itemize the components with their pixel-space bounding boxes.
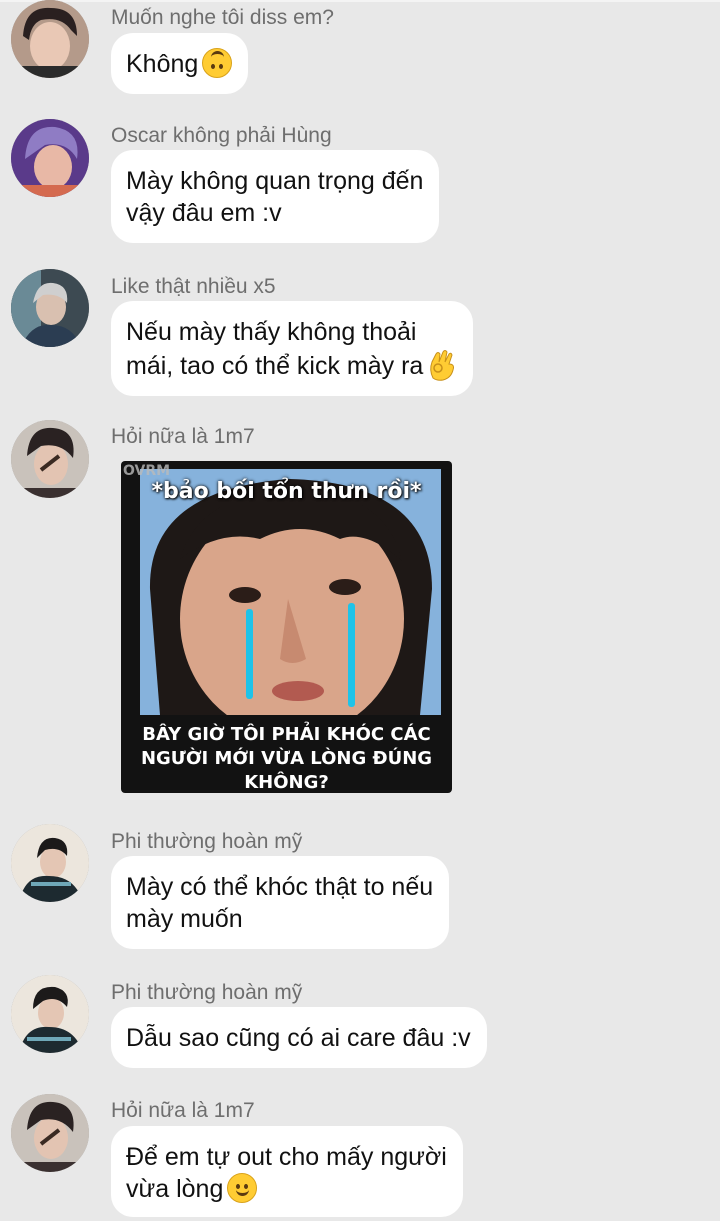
meme-watermark: OVRM [123,463,171,479]
meme-bottom-caption: BÂY GIỜ TÔI PHẢI KHÓC CÁC NGƯỜI MỚI VỪA … [121,723,452,793]
avatar[interactable] [11,824,89,902]
sender-name: Hỏi nữa là 1m7 [111,425,255,448]
message-text-line: mái, tao có thể kick mày ra [126,352,424,380]
avatar[interactable] [11,420,89,498]
avatar[interactable] [11,269,89,347]
sender-name: Like thật nhiều x5 [111,275,276,298]
meme-bottom-caption-line: NGƯỜI MỚI VỪA LÒNG ĐÚNG [140,748,433,769]
message-text-line: Mày có thể khóc thật to nếu [126,873,434,901]
message-text-line: mày muốn [126,905,243,933]
message-bubble[interactable]: Mày có thể khóc thật to nếu mày muốn [111,856,450,949]
message-text-line: Nếu mày thấy không thoải [126,318,417,346]
smiling-face-emoji-icon [227,1173,258,1203]
meme-bottom-caption-line: BÂY GIỜ TÔI PHẢI KHÓC CÁC [142,724,431,745]
sender-name: Phi thường hoàn mỹ [111,830,303,853]
avatar[interactable] [11,975,89,1053]
message-text: Không [126,50,199,78]
message-bubble[interactable]: Nếu mày thấy không thoải mái, tao có thể… [111,301,474,396]
ok-hand-emoji-icon [427,348,457,382]
sender-name: Muốn nghe tôi diss em? [111,6,334,29]
meme-image[interactable]: OVRM *bảo bối tổn thưn rồi* BÂY GIỜ TÔI … [121,461,452,793]
chat-thread[interactable]: Muốn nghe tôi diss em? Không Oscar không… [0,0,720,1221]
message-bubble[interactable]: Để em tự out cho mấy người vừa lòng [111,1126,463,1217]
sender-name: Phi thường hoàn mỹ [111,981,303,1004]
top-divider [0,0,720,2]
meme-photo [140,469,441,715]
message-text-line: vừa lòng [126,1175,224,1203]
message-text-line: Mày không quan trọng đến [126,167,424,195]
message-text-line: vậy đâu em :v [126,199,282,227]
message-text-line: Để em tự out cho mấy người [126,1143,447,1171]
upside-down-face-emoji-icon [202,48,233,78]
message-text-line: Dẫu sao cũng có ai care đâu :v [126,1024,471,1052]
sender-name: Oscar không phải Hùng [111,124,332,147]
avatar[interactable] [11,1094,89,1172]
meme-bottom-caption-line: KHÔNG? [244,772,329,793]
message-bubble[interactable]: Dẫu sao cũng có ai care đâu :v [111,1007,487,1068]
message-bubble[interactable]: Không [111,33,249,94]
avatar[interactable] [11,0,89,78]
avatar[interactable] [11,119,89,197]
meme-top-caption: *bảo bối tổn thưn rồi* [151,479,422,504]
message-bubble[interactable]: Mày không quan trọng đến vậy đâu em :v [111,150,440,243]
sender-name: Hỏi nữa là 1m7 [111,1099,255,1122]
